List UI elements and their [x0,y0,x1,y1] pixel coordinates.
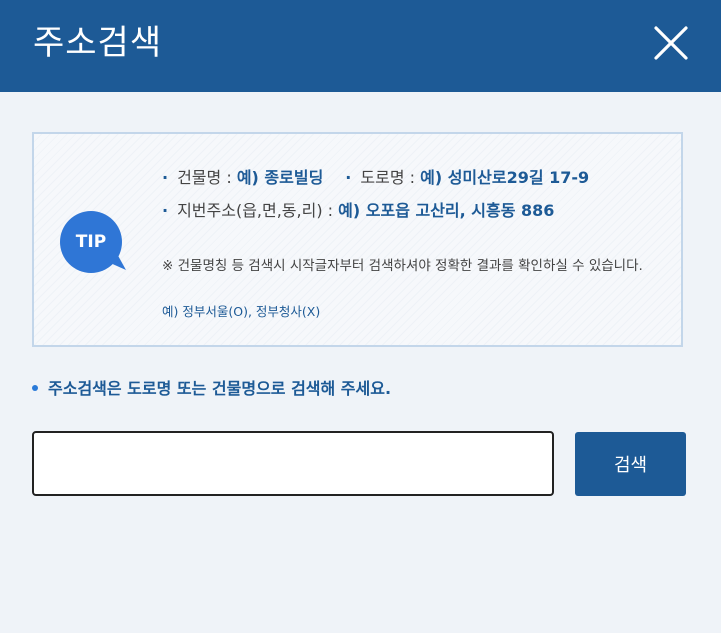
search-guide: 주소검색은 도로명 또는 건물명으로 검색해 주세요. [32,377,391,401]
tip-note: ※ 건물명칭 등 검색시 시작글자부터 검색하셔야 정확한 결과를 확인하실 수… [162,258,643,274]
search-input[interactable] [32,431,554,496]
tip-box: TIP · 건물명 : 예) 종로빌딩 · 도로명 : 예) 성미산로29길 17-9… [32,132,683,347]
bullet: · [162,201,169,220]
road-example: 예) 성미산로29길 17-9 [420,168,590,187]
dialog-header: 주소검색 [0,0,721,92]
tip-badge: TIP [60,210,126,276]
tip-line-2: · 지번주소(읍,면,동,리) : 예) 오포읍 고산리, 시흥동 886 [162,200,554,222]
building-example: 예) 종로빌딩 [236,168,324,187]
close-button[interactable] [648,20,694,66]
bullet: · [345,168,352,187]
lot-example: 예) 오포읍 고산리, 시흥동 886 [338,201,555,220]
search-button[interactable]: 검색 [575,432,686,496]
tip-example: 예) 정부서울(O), 정부청사(X) [162,304,321,319]
building-label: 건물명 : [177,168,237,187]
guide-text: 주소검색은 도로명 또는 건물명으로 검색해 주세요. [48,379,392,398]
road-label: 도로명 : [360,168,421,187]
tip-badge-label: TIP [75,232,107,252]
lot-label: 지번주소(읍,면,동,리) : [177,201,339,220]
dialog-title: 주소검색 [33,23,163,63]
guide-bullet [32,384,38,391]
bullet: · [162,168,169,187]
address-search-dialog: 주소검색 TIP · 건물명 : 예) 종로빌딩 · 도로명 : 예) 성미산로29길… [0,0,721,633]
tip-line-1: · 건물명 : 예) 종로빌딩 · 도로명 : 예) 성미산로29길 17-9 [162,167,589,189]
close-icon [654,26,688,60]
